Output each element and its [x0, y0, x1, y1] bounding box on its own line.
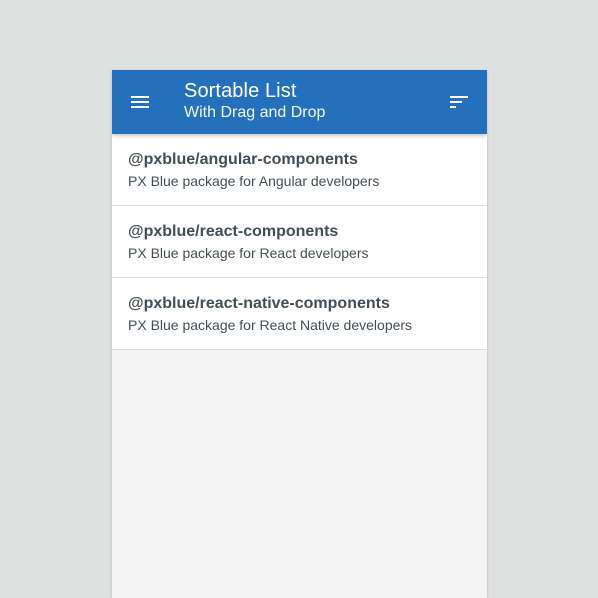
list-item-subtitle: PX Blue package for React Native develop…: [128, 317, 413, 333]
list-item[interactable]: @pxblue/react-components PX Blue package…: [112, 206, 487, 278]
sortable-list: @pxblue/angular-components PX Blue packa…: [112, 134, 487, 350]
menu-button[interactable]: [128, 90, 152, 114]
menu-icon: [128, 90, 152, 114]
sort-icon: [447, 90, 471, 114]
sort-button[interactable]: [447, 90, 471, 114]
header-titles: Sortable List With Drag and Drop: [184, 79, 325, 123]
page-title: Sortable List: [184, 80, 297, 102]
list-item[interactable]: @pxblue/react-native-components PX Blue …: [112, 278, 487, 350]
list-item-title: @pxblue/angular-components: [128, 151, 358, 168]
list-item-title: @pxblue/react-components: [128, 223, 339, 240]
list-item-title: @pxblue/react-native-components: [128, 295, 390, 312]
app-window: Sortable List With Drag and Drop @pxblue…: [112, 70, 487, 598]
app-bar: Sortable List With Drag and Drop: [112, 70, 487, 134]
list-item[interactable]: @pxblue/angular-components PX Blue packa…: [112, 134, 487, 206]
list-item-subtitle: PX Blue package for React developers: [128, 245, 369, 261]
page-subtitle: With Drag and Drop: [184, 104, 326, 121]
list-item-subtitle: PX Blue package for Angular developers: [128, 173, 380, 189]
